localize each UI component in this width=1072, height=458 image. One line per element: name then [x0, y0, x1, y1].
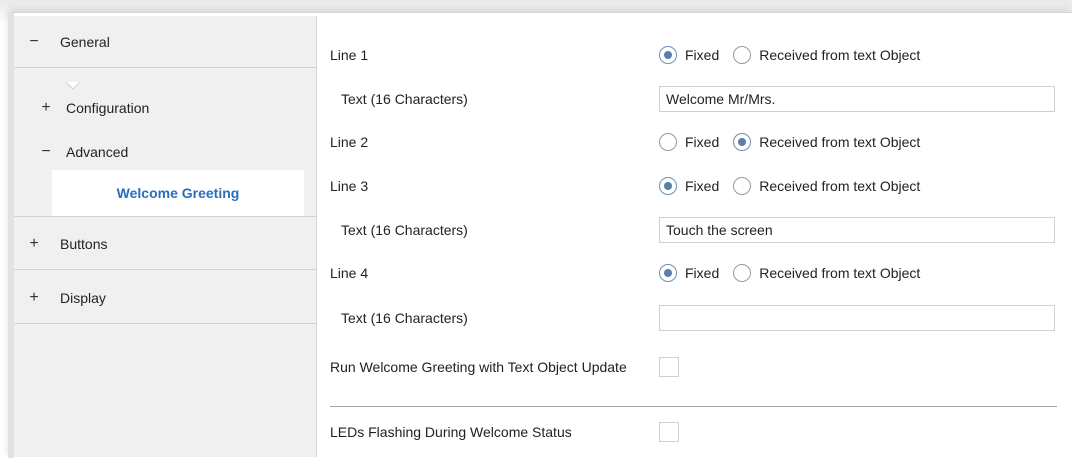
line1-label: Line 1 [330, 47, 369, 63]
line4-fixed-radio[interactable] [659, 264, 677, 282]
line1-fixed-radio[interactable] [659, 46, 677, 64]
line3-radio-group: Fixed Received from text Object [659, 177, 934, 195]
line1-text-input[interactable]: Welcome Mr/Mrs. [659, 86, 1055, 112]
line1-received-radio[interactable] [733, 46, 752, 64]
sidebar-item-display[interactable]: + Display [14, 272, 316, 324]
collapse-icon[interactable]: − [28, 33, 40, 51]
line2-radio-group: Fixed Received from text Object [659, 133, 934, 151]
line2-row: Line 2 Fixed Received from text Object [317, 120, 1066, 164]
sidebar: − General + Configuration − Advanced Wel… [14, 16, 317, 457]
leds-flashing-row: LEDs Flashing During Welcome Status [317, 410, 1066, 454]
radio-label: Fixed [685, 47, 720, 63]
expand-icon[interactable]: + [40, 99, 52, 117]
expand-icon[interactable]: + [28, 289, 40, 307]
line3-text-label: Text (16 Characters) [341, 222, 468, 238]
leds-flashing-checkbox[interactable] [659, 422, 679, 442]
sidebar-item-label: Display [60, 289, 106, 306]
radio-label: Received from text Object [759, 178, 921, 194]
line2-label: Line 2 [330, 134, 369, 150]
line1-radio-group: Fixed Received from text Object [659, 46, 934, 64]
line3-row: Line 3 Fixed Received from text Object [317, 164, 1066, 208]
line3-received-radio[interactable] [733, 177, 752, 195]
sidebar-item-label: Welcome Greeting [116, 185, 240, 201]
sidebar-item-label: Buttons [60, 235, 108, 252]
line4-text-row: Text (16 Characters) [317, 296, 1066, 340]
line4-received-radio[interactable] [733, 264, 752, 282]
line4-radio-group: Fixed Received from text Object [659, 264, 934, 282]
line3-text-input[interactable]: Touch the screen [659, 217, 1055, 243]
line1-row: Line 1 Fixed Received from text Object [317, 33, 1066, 77]
sidebar-item-welcome-greeting[interactable]: Welcome Greeting [52, 170, 304, 216]
radio-label: Fixed [685, 178, 720, 194]
sidebar-item-label: General [60, 33, 110, 50]
sidebar-item-buttons[interactable]: + Buttons [14, 218, 316, 270]
line4-row: Line 4 Fixed Received from text Object [317, 251, 1066, 295]
radio-label: Received from text Object [759, 47, 921, 63]
radio-label: Received from text Object [759, 134, 921, 150]
line2-received-radio[interactable] [733, 133, 752, 151]
radio-label: Fixed [685, 265, 720, 281]
collapse-icon[interactable]: − [40, 143, 52, 161]
expand-icon[interactable]: + [28, 235, 40, 253]
sidebar-item-label: Configuration [66, 100, 150, 116]
line3-text-row: Text (16 Characters) Touch the screen [317, 208, 1066, 252]
line4-label: Line 4 [330, 265, 369, 281]
sidebar-item-general[interactable]: − General [14, 16, 316, 68]
line2-fixed-radio[interactable] [659, 133, 677, 151]
radio-label: Fixed [685, 134, 720, 150]
radio-label: Received from text Object [759, 265, 921, 281]
run-update-label: Run Welcome Greeting with Text Object Up… [330, 359, 627, 375]
run-update-checkbox[interactable] [659, 357, 679, 377]
sidebar-item-label: Advanced [66, 144, 129, 160]
divider [330, 406, 1057, 407]
run-update-row: Run Welcome Greeting with Text Object Up… [317, 341, 1066, 393]
leds-flashing-label: LEDs Flashing During Welcome Status [330, 424, 572, 440]
line1-text-label: Text (16 Characters) [341, 91, 468, 107]
line1-text-row: Text (16 Characters) Welcome Mr/Mrs. [317, 77, 1066, 121]
parameters-panel: Line 1 Fixed Received from text Object T… [317, 16, 1066, 457]
line3-fixed-radio[interactable] [659, 177, 677, 195]
divider [14, 216, 316, 217]
line4-text-label: Text (16 Characters) [341, 310, 468, 326]
line4-text-input[interactable] [659, 305, 1055, 331]
line3-label: Line 3 [330, 178, 369, 194]
